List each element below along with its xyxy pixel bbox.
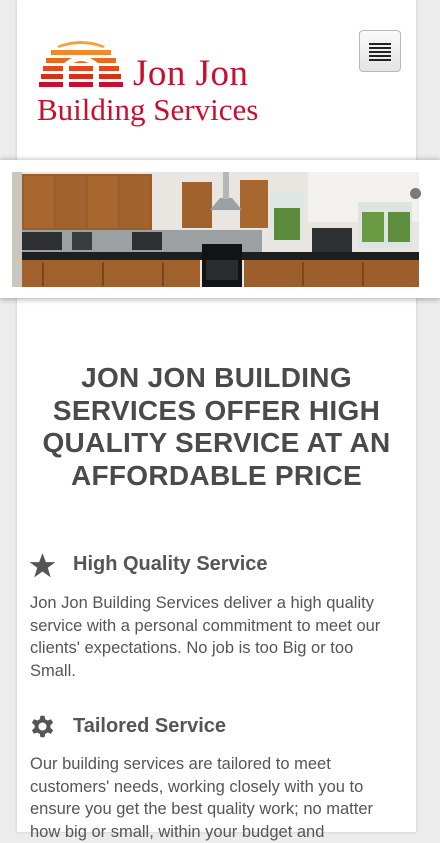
feature-text-quality: Jon Jon Building Services deliver a high… [30, 594, 381, 680]
page-headline: JON JON BUILDING SERVICES OFFER HIGH QUA… [42, 362, 391, 491]
slider-dot[interactable] [410, 188, 421, 199]
logo-subtitle: Building Services [37, 92, 259, 127]
hamburger-menu-icon [369, 43, 391, 45]
site-header: Jon Jon Building Services [17, 0, 416, 158]
hamburger-line [369, 51, 391, 53]
hamburger-line [369, 47, 391, 49]
image-slider[interactable] [0, 160, 440, 298]
feature-title-tailored: Tailored Service [73, 715, 227, 737]
menu-button[interactable] [359, 30, 401, 72]
kitchen-photo [12, 172, 419, 287]
logo-title: Jon Jon [133, 53, 249, 94]
hamburger-line [369, 55, 391, 57]
logo-arch-icon [39, 41, 123, 88]
feature-text-tailored: Our building services are tailored to me… [30, 755, 374, 841]
logo[interactable]: Jon Jon Building Services [37, 38, 307, 138]
star-icon [29, 553, 56, 578]
feature-title-quality: High Quality Service [73, 553, 268, 575]
hamburger-line [369, 59, 391, 61]
kitchen-slide-image [12, 172, 419, 287]
gear-icon [31, 715, 54, 738]
